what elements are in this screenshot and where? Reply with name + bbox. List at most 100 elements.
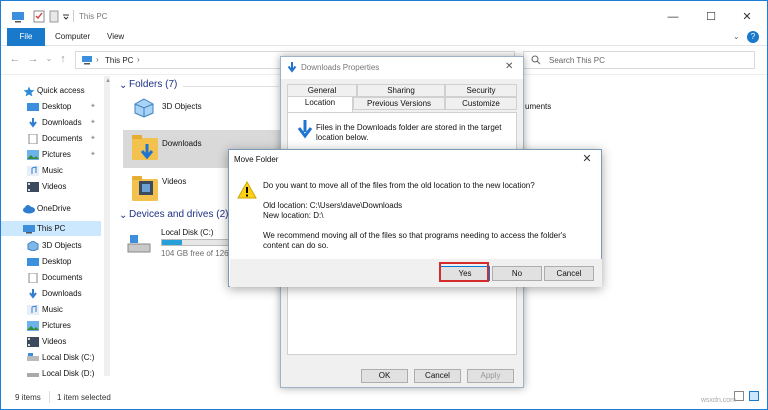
properties-close-icon[interactable]: ✕ xyxy=(505,61,513,72)
close-button[interactable]: ✕ xyxy=(731,7,763,27)
drives-group-toggle[interactable]: ⌄ xyxy=(119,210,127,221)
breadcrumb-separator[interactable]: › xyxy=(137,55,140,64)
sidebar-item-pictures[interactable]: Pictures xyxy=(1,318,101,333)
sidebar-item-desktop[interactable]: Desktop ✦ xyxy=(1,99,101,114)
tab-computer[interactable]: Computer xyxy=(55,28,90,46)
recent-locations-icon[interactable]: ⌄ xyxy=(43,52,55,66)
folder-label: Videos xyxy=(162,177,187,186)
search-placeholder: Search This PC xyxy=(549,56,605,65)
download-arrow-icon xyxy=(29,289,37,299)
move-folder-dialog: Move Folder ✕ Do you want to move all of… xyxy=(228,149,602,287)
sidebar-scrollbar[interactable] xyxy=(104,76,110,376)
new-folder-icon[interactable] xyxy=(49,10,59,23)
folders-header[interactable]: Folders (7) xyxy=(129,79,177,90)
watermark: wsxdn.com xyxy=(701,397,737,404)
folder-3d-objects[interactable] xyxy=(133,98,155,120)
sidebar-item-music[interactable]: Music xyxy=(1,163,101,178)
sidebar-item-onedrive[interactable]: OneDrive xyxy=(1,201,101,216)
tab-previous-versions[interactable]: Previous Versions xyxy=(353,97,445,110)
sidebar-item-downloads[interactable]: Downloads xyxy=(1,286,101,301)
sidebar-item-label: Downloads xyxy=(42,118,82,127)
breadcrumb-separator[interactable]: › xyxy=(96,55,99,64)
sidebar-item-3d-objects[interactable]: 3D Objects xyxy=(1,238,101,253)
cancel-button[interactable]: Cancel xyxy=(414,369,461,383)
sidebar-item-label: This PC xyxy=(37,224,66,233)
sidebar-item-label: Music xyxy=(42,166,63,175)
sidebar-item-local-disk-c[interactable]: Local Disk (C:) xyxy=(1,350,101,365)
tab-sharing[interactable]: Sharing xyxy=(357,84,445,97)
status-bar: 9 items 1 item selected xyxy=(1,390,767,409)
window-title: This PC xyxy=(79,12,108,21)
breadcrumb-this-pc[interactable]: This PC xyxy=(105,56,133,65)
sidebar-item-label: Documents xyxy=(42,134,83,143)
sidebar-item-label: Documents xyxy=(42,273,83,282)
cube-icon xyxy=(27,241,39,251)
sidebar-item-label: Local Disk (C:) xyxy=(42,353,95,362)
sidebar-item-documents[interactable]: Documents ✦ xyxy=(1,131,101,146)
forward-arrow-icon[interactable]: → xyxy=(27,52,39,66)
videos-icon xyxy=(139,181,153,195)
sidebar-item-videos[interactable]: Videos xyxy=(1,179,101,194)
minimize-button[interactable]: — xyxy=(657,7,689,27)
desktop-icon xyxy=(27,258,39,266)
sidebar-item-label: Desktop xyxy=(42,257,72,266)
download-arrow-icon xyxy=(29,118,37,128)
folder-label: Downloads xyxy=(162,139,202,148)
tab-location[interactable]: Location xyxy=(287,96,353,113)
sidebar-item-quick-access[interactable]: Quick access xyxy=(1,83,101,98)
sidebar-item-label: Pictures xyxy=(42,150,71,159)
ok-button[interactable]: OK xyxy=(361,369,408,383)
drive-icon xyxy=(27,353,39,361)
pin-icon: ✦ xyxy=(90,103,96,110)
sidebar-item-pictures[interactable]: Pictures ✦ xyxy=(1,147,101,162)
up-arrow-icon[interactable]: ↑ xyxy=(57,52,69,66)
sidebar-item-desktop[interactable]: Desktop xyxy=(1,254,101,269)
properties-title-bar: Downloads Properties ✕ xyxy=(281,57,523,79)
videos-icon xyxy=(27,182,39,192)
sidebar-item-downloads[interactable]: Downloads ✦ xyxy=(1,115,101,130)
drive-c[interactable] xyxy=(127,233,151,257)
pin-icon: ✦ xyxy=(90,119,96,126)
apply-button[interactable]: Apply xyxy=(467,369,514,383)
sidebar-item-this-pc[interactable]: This PC xyxy=(1,221,101,236)
customize-toolbar-icon[interactable] xyxy=(62,14,70,20)
sidebar-item-label: Videos xyxy=(42,182,67,191)
cancel-button[interactable]: Cancel xyxy=(544,266,594,281)
drive-name: Local Disk (C:) xyxy=(161,228,214,237)
folders-group-toggle[interactable]: ⌄ xyxy=(119,80,127,91)
tab-customize[interactable]: Customize xyxy=(445,97,517,110)
sidebar-item-documents[interactable]: Documents xyxy=(1,270,101,285)
old-location-text: Old location: C:\Users\dave\Downloads xyxy=(263,201,403,210)
sidebar-item-music[interactable]: Music xyxy=(1,302,101,317)
warning-icon xyxy=(237,181,257,199)
sidebar-item-videos[interactable]: Videos xyxy=(1,334,101,349)
help-icon[interactable]: ? xyxy=(747,31,759,43)
ribbon-expand-icon[interactable]: ⌄ xyxy=(733,28,740,46)
tab-view[interactable]: View xyxy=(107,28,124,46)
tab-security[interactable]: Security xyxy=(445,84,517,97)
properties-title: Downloads Properties xyxy=(301,63,380,72)
large-icons-view-icon[interactable] xyxy=(749,391,759,401)
maximize-button[interactable]: ☐ xyxy=(695,7,727,27)
download-arrow-icon xyxy=(140,144,154,160)
search-icon xyxy=(531,55,541,65)
sidebar-item-local-disk-d[interactable]: Local Disk (D:) xyxy=(1,366,101,381)
move-folder-close-icon[interactable]: ✕ xyxy=(573,151,601,167)
drives-header[interactable]: Devices and drives (2) xyxy=(129,209,228,220)
ribbon-tabs: File Computer View ⌄ ? xyxy=(1,28,767,46)
star-icon xyxy=(23,86,35,96)
location-info-text: Files in the Downloads folder are stored… xyxy=(316,123,502,142)
this-pc-icon xyxy=(82,56,92,65)
pin-icon: ✦ xyxy=(90,151,96,158)
tab-file[interactable]: File xyxy=(7,28,45,46)
sidebar-item-label: Downloads xyxy=(42,289,82,298)
no-button[interactable]: No xyxy=(492,266,542,281)
move-question-text: Do you want to move all of the files fro… xyxy=(263,181,535,190)
properties-icon[interactable] xyxy=(33,10,45,23)
new-location-text: New location: D:\ xyxy=(263,211,324,220)
sidebar-item-label: Videos xyxy=(42,337,67,346)
desktop-icon xyxy=(27,103,39,111)
back-arrow-icon[interactable]: ← xyxy=(9,52,21,66)
move-folder-title: Move Folder xyxy=(234,155,279,164)
yes-button-highlight xyxy=(439,262,489,282)
